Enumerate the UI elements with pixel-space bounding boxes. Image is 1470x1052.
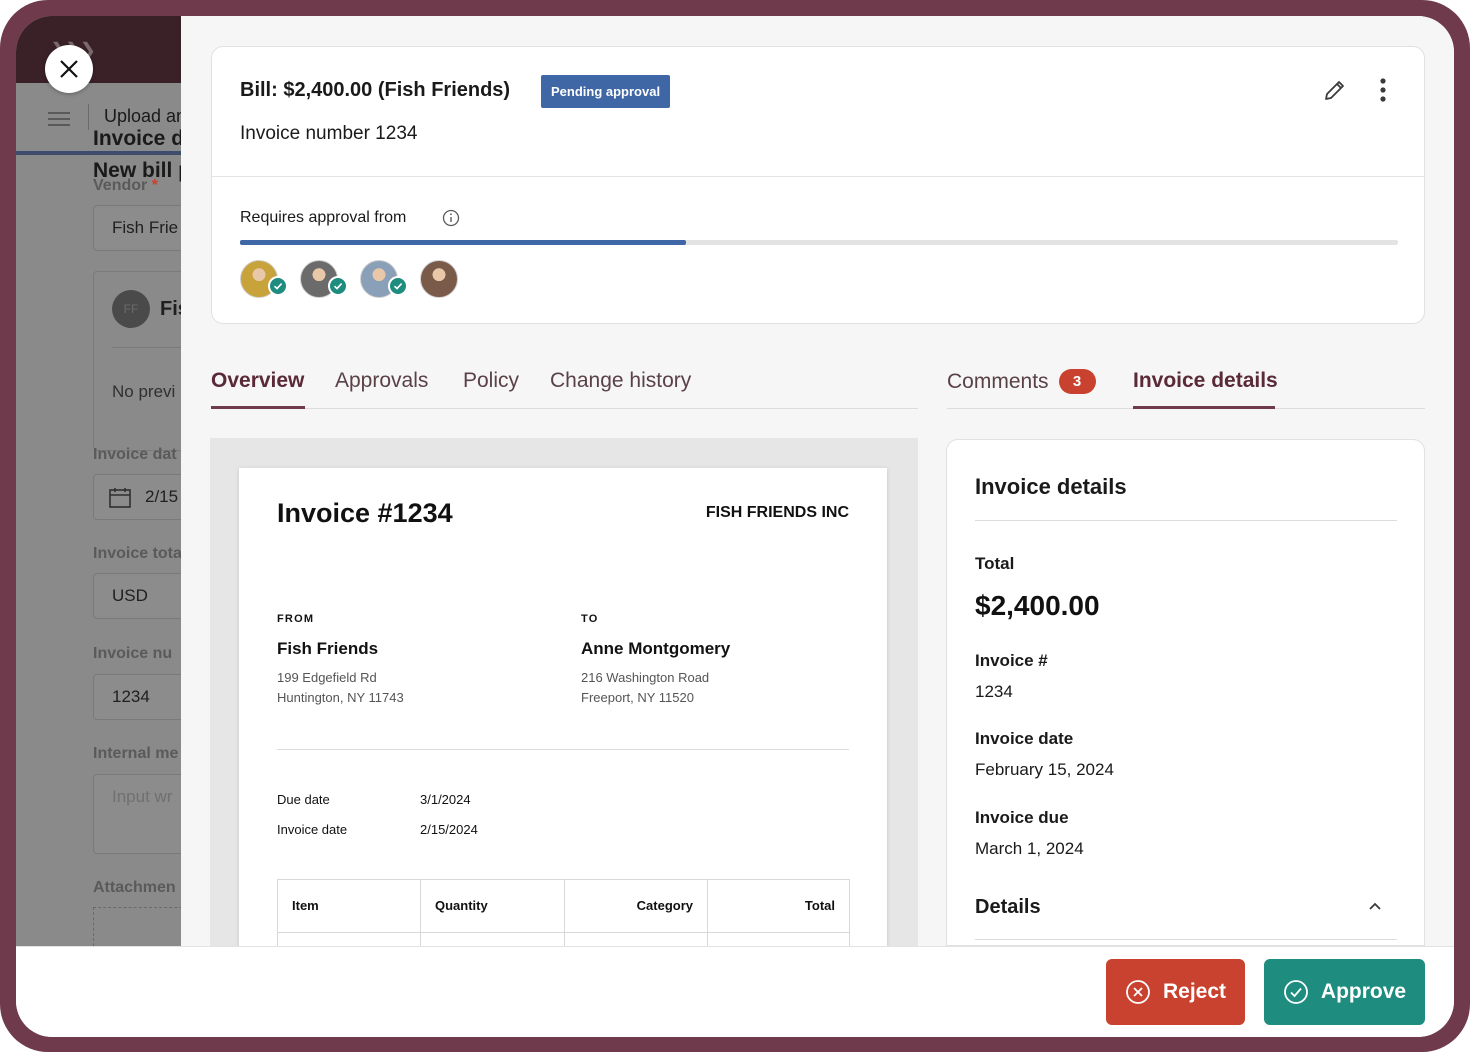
invoice-date-detail-value: February 15, 2024 [975,760,1114,779]
invoice-date-label: Invoice date [277,822,348,837]
details-section-toggle[interactable]: Details [975,896,1041,919]
check-icon [268,276,288,296]
check-icon [388,276,408,296]
bill-title: Bill: $2,400.00 (Fish Friends) [240,79,511,101]
bill-header-card: Bill: $2,400.00 (Fish Friends) Pending a… [211,46,1425,324]
tab-policy[interactable]: Policy [463,369,519,393]
approval-label: Requires approval from [240,209,407,226]
reject-button-label: Reject [1162,980,1227,1003]
tab-invoice-details-underline [1133,406,1275,409]
from-address-line-2: Huntington, NY 11743 [277,690,404,705]
from-name: Fish Friends [277,639,379,658]
header-divider [212,176,1424,177]
invoice-doc-divider [277,749,849,750]
invoice-num-value: 1234 [975,682,1013,701]
invoice-date-value: 2/15/2024 [420,822,478,837]
line-items-table-row [277,932,850,946]
due-date-label: Due date [277,792,330,807]
invoice-doc-company: FISH FRIENDS INC [705,504,849,521]
due-date-value: 3/1/2024 [420,792,471,807]
x-circle-icon [1126,980,1150,1004]
to-name: Anne Montgomery [581,639,731,658]
tab-invoice-details[interactable]: Invoice details [1133,369,1278,393]
from-label: FROM [277,613,315,625]
tabs-divider-left [211,408,918,409]
column-header-category: Category [565,880,708,932]
column-header-total: Total [804,898,835,913]
total-value: $2,400.00 [975,590,1100,621]
device-frame: ❯❯❯ Upload an Invoice de New bill p Vend… [0,0,1470,1052]
line-items-table-header: Item Quantity Category Total [277,879,850,933]
edit-pencil-icon[interactable] [1322,77,1348,108]
action-bar: Reject Approve [16,946,1454,1037]
approval-progress-fill [240,240,686,245]
approve-button[interactable]: Approve [1264,959,1425,1025]
column-header-item: Item [278,880,421,932]
details-title-divider [975,520,1397,521]
approver-avatar[interactable] [420,260,458,298]
tab-overview-underline [211,406,305,409]
table-cell [278,932,421,946]
invoice-preview-panel[interactable]: Invoice #1234 FISH FRIENDS INC FROM Fish… [210,438,918,946]
tab-change-history[interactable]: Change history [550,369,691,393]
reject-button[interactable]: Reject [1106,959,1245,1025]
to-address-line-2: Freeport, NY 11520 [581,690,694,705]
approve-button-label: Approve [1320,980,1407,1003]
chevron-up-icon[interactable] [1367,898,1383,919]
invoice-number-text: Invoice number 1234 [240,123,418,144]
status-badge: Pending approval [541,75,671,108]
tab-comments-label: Comments [947,370,1049,393]
invoice-details-title: Invoice details [975,474,1127,499]
approval-progress-track [240,240,1398,245]
screen: ❯❯❯ Upload an Invoice de New bill p Vend… [16,16,1454,1037]
comments-count-badge: 3 [1058,369,1096,394]
invoice-document: Invoice #1234 FISH FRIENDS INC FROM Fish… [239,468,887,946]
invoice-doc-title: Invoice #1234 [277,498,453,528]
tab-comments[interactable]: Comments 3 [947,369,1096,394]
invoice-num-label: Invoice # [975,651,1048,670]
invoice-due-value: March 1, 2024 [975,839,1084,858]
table-cell [565,932,708,946]
tab-overview[interactable]: Overview [211,369,304,393]
column-header-quantity: Quantity [421,880,565,932]
total-label: Total [975,554,1015,573]
to-address-line-1: 216 Washington Road [581,670,710,685]
invoice-details-card: Invoice details Total $2,400.00 Invoice … [946,439,1425,946]
more-vertical-icon[interactable] [1378,77,1388,108]
info-icon[interactable] [442,209,460,232]
from-address-line-1: 199 Edgefield Rd [277,670,377,685]
bill-modal: Bill: $2,400.00 (Fish Friends) Pending a… [181,16,1454,946]
modal-backdrop[interactable] [16,16,181,946]
table-cell [421,932,565,946]
invoice-date-detail-label: Invoice date [975,729,1074,748]
invoice-due-label: Invoice due [975,808,1069,827]
check-icon [328,276,348,296]
check-circle-icon [1284,980,1308,1004]
to-label: TO [581,613,599,625]
tab-approvals[interactable]: Approvals [335,369,428,393]
details-section-divider [975,939,1397,940]
